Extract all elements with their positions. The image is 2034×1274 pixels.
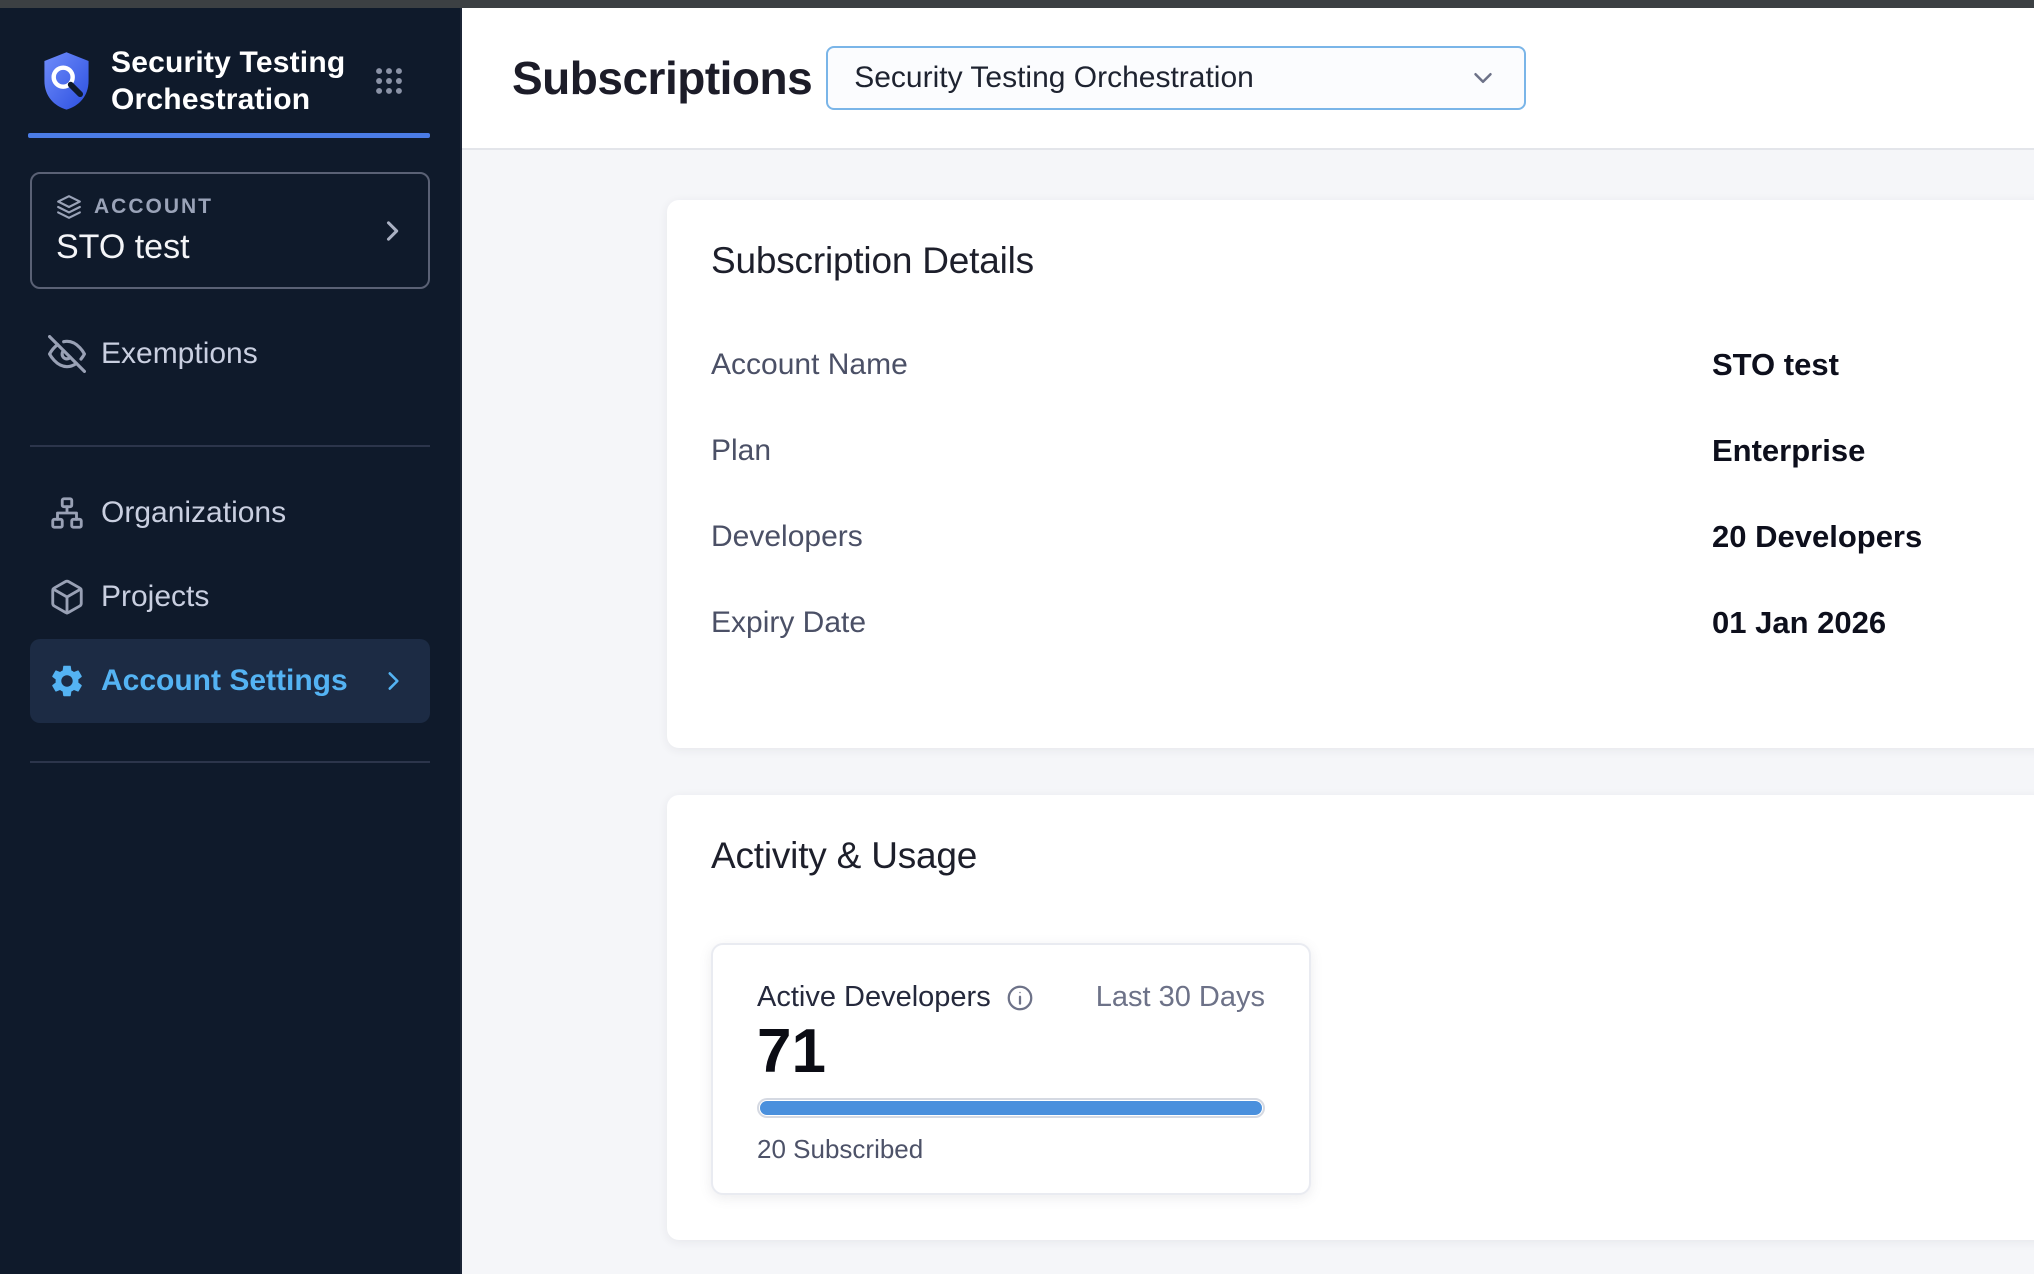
activity-usage-title: Activity & Usage [711,835,2016,877]
active-developers-stat-card: Active Developers Last 30 Days 71 [711,943,1311,1195]
detail-value: Enterprise [1712,433,1865,469]
page-content: Subscription Details Account Name STO te… [462,150,2034,1274]
subscription-details-card: Subscription Details Account Name STO te… [667,200,2034,748]
detail-label: Account Name [711,348,1712,382]
organizations-icon [48,494,86,532]
sidebar-divider [30,761,430,763]
detail-row-developers: Developers 20 Developers [711,516,2016,558]
account-scope-label: ACCOUNT [94,195,213,219]
chevron-down-icon [1468,63,1498,93]
sidebar-item-projects[interactable]: Projects [30,555,430,639]
detail-label: Plan [711,434,1712,468]
gear-icon [48,662,86,700]
layers-icon [56,194,82,220]
module-title: Security Testing Orchestration [111,44,345,118]
module-switcher-grid-icon[interactable] [372,64,406,98]
sidebar-item-label: Organizations [101,496,286,530]
brand-accent-underline [28,133,430,138]
sidebar-item-label: Projects [101,580,209,614]
sidebar-item-account-settings[interactable]: Account Settings [30,639,430,723]
detail-row-expiry-date: Expiry Date 01 Jan 2026 [711,602,2016,644]
page-header: Subscriptions Security Testing Orchestra… [462,8,2034,150]
active-developers-progress-track [757,1098,1265,1118]
active-developers-progress-fill [760,1101,1262,1115]
subscription-details-title: Subscription Details [711,240,2016,282]
module-select-dropdown[interactable]: Security Testing Orchestration [826,46,1526,110]
chevron-right-icon [380,668,406,694]
stat-card-header: Active Developers Last 30 Days [757,981,1265,1014]
account-name: STO test [56,228,404,267]
detail-value: 20 Developers [1712,519,1922,555]
detail-value: STO test [1712,347,1839,383]
sidebar-item-exemptions[interactable]: Exemptions [30,319,430,389]
active-developers-count: 71 [757,1020,1265,1084]
active-developers-label: Active Developers [757,981,991,1014]
sidebar: Security Testing Orchestration [0,8,462,1274]
sto-shield-logo-icon [40,50,93,113]
detail-row-plan: Plan Enterprise [711,430,2016,472]
detail-row-account-name: Account Name STO test [711,344,2016,386]
activity-usage-card: Activity & Usage Active Developers Last … [667,795,2034,1240]
eye-off-icon [48,335,86,373]
account-scope-card[interactable]: ACCOUNT STO test [30,172,430,289]
projects-icon [48,578,86,616]
module-select-value: Security Testing Orchestration [854,61,1254,95]
sidebar-item-organizations[interactable]: Organizations [30,471,430,555]
main-area: Subscriptions Security Testing Orchestra… [462,8,2034,1274]
sidebar-divider [30,445,430,447]
page-title: Subscriptions [512,51,812,105]
stat-period-label: Last 30 Days [1096,981,1265,1014]
detail-value: 01 Jan 2026 [1712,605,1886,641]
sidebar-nav-list: Organizations Projects [0,447,460,723]
app-root: Security Testing Orchestration [0,8,2034,1274]
subscribed-count-label: 20 Subscribed [757,1134,1265,1165]
sidebar-item-label: Account Settings [101,664,348,698]
info-icon[interactable] [1005,983,1035,1013]
detail-label: Expiry Date [711,606,1712,640]
sidebar-item-label: Exemptions [101,337,258,371]
module-brand: Security Testing Orchestration [0,8,460,118]
window-top-strip [0,0,2034,8]
detail-label: Developers [711,520,1712,554]
chevron-right-icon [378,217,406,245]
